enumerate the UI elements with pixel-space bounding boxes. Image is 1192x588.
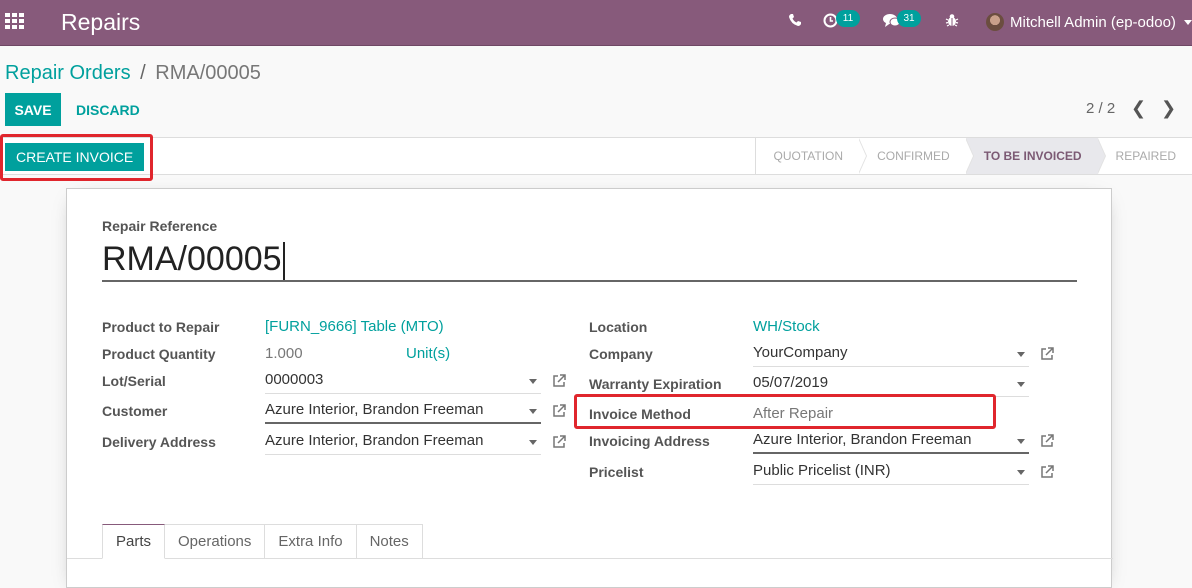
text-cursor — [283, 242, 285, 280]
location-link[interactable]: WH/Stock — [753, 318, 820, 335]
warranty-date-field[interactable]: 05/07/2019 — [753, 372, 1029, 397]
lot-serial-label: Lot/Serial — [102, 373, 166, 389]
user-name: Mitchell Admin (ep-odoo) — [1010, 14, 1176, 31]
warranty-value: 05/07/2019 — [753, 374, 828, 391]
create-invoice-button[interactable]: CREATE INVOICE — [5, 143, 144, 171]
lot-serial-field[interactable]: 0000003 — [265, 369, 541, 394]
bug-icon[interactable] — [945, 13, 959, 32]
save-button[interactable]: SAVE — [5, 93, 61, 126]
customer-label: Customer — [102, 403, 167, 419]
invoicing-address-label: Invoicing Address — [589, 433, 710, 449]
external-link-icon[interactable] — [1040, 465, 1054, 479]
statusbar: CREATE INVOICE QUOTATION CONFIRMED TO BE… — [0, 137, 1192, 175]
company-field[interactable]: YourCompany — [753, 342, 1029, 367]
status-stages: QUOTATION CONFIRMED TO BE INVOICED REPAI… — [755, 138, 1192, 174]
quantity-value: 1.000 — [265, 345, 303, 362]
dropdown-caret-icon[interactable] — [1017, 352, 1025, 357]
lot-serial-value: 0000003 — [265, 371, 323, 388]
top-navbar: Repairs 11 31 Mitchell Admin (ep-odoo) — [0, 0, 1192, 46]
apps-icon[interactable] — [5, 13, 25, 29]
dropdown-caret-icon[interactable] — [529, 440, 537, 445]
customer-field[interactable]: Azure Interior, Brandon Freeman — [265, 399, 541, 424]
product-label: Product to Repair — [102, 319, 219, 335]
quantity-label: Product Quantity — [102, 346, 216, 362]
invoicing-address-field[interactable]: Azure Interior, Brandon Freeman — [753, 429, 1029, 454]
delivery-address-label: Delivery Address — [102, 434, 216, 450]
repair-reference-input[interactable]: RMA/00005 — [102, 237, 1077, 282]
stage-confirmed[interactable]: CONFIRMED — [859, 138, 966, 174]
delivery-address-value: Azure Interior, Brandon Freeman — [265, 432, 483, 449]
repair-reference-label: Repair Reference — [102, 218, 217, 234]
breadcrumb-separator: / — [140, 62, 146, 84]
external-link-icon[interactable] — [1040, 347, 1054, 361]
external-link-icon[interactable] — [552, 435, 566, 449]
breadcrumb-repair-orders[interactable]: Repair Orders — [5, 62, 131, 84]
stage-to-be-invoiced[interactable]: TO BE INVOICED — [966, 138, 1098, 174]
app-title[interactable]: Repairs — [61, 9, 140, 36]
stage-repaired[interactable]: REPAIRED — [1098, 138, 1192, 174]
tab-operations[interactable]: Operations — [165, 524, 265, 559]
pager-value: 2 / 2 — [1086, 100, 1115, 117]
uom-link[interactable]: Unit(s) — [406, 345, 450, 362]
pricelist-value: Public Pricelist (INR) — [753, 462, 891, 479]
stage-quotation[interactable]: QUOTATION — [756, 138, 860, 174]
tab-parts[interactable]: Parts — [102, 524, 165, 559]
activity-badge[interactable]: 11 — [836, 10, 860, 27]
invoicing-address-value: Azure Interior, Brandon Freeman — [753, 431, 971, 448]
dropdown-caret-icon[interactable] — [1017, 470, 1025, 475]
pricelist-field[interactable]: Public Pricelist (INR) — [753, 460, 1029, 485]
external-link-icon[interactable] — [1040, 434, 1054, 448]
external-link-icon[interactable] — [552, 404, 566, 418]
chevron-down-icon — [1184, 20, 1192, 25]
pager-previous-button[interactable]: ❮ — [1131, 98, 1146, 119]
invoice-method-label: Invoice Method — [589, 406, 691, 422]
invoice-method-value: After Repair — [753, 405, 833, 422]
dropdown-caret-icon[interactable] — [529, 379, 537, 384]
avatar — [986, 13, 1004, 31]
form-sheet: Repair Reference RMA/00005 Product to Re… — [66, 188, 1112, 588]
tab-notes[interactable]: Notes — [357, 524, 423, 559]
customer-value: Azure Interior, Brandon Freeman — [265, 401, 483, 418]
phone-icon[interactable] — [788, 13, 802, 32]
user-menu[interactable]: Mitchell Admin (ep-odoo) — [986, 12, 1192, 32]
breadcrumb-current: RMA/00005 — [155, 62, 261, 84]
dropdown-caret-icon[interactable] — [1017, 439, 1025, 444]
dropdown-caret-icon[interactable] — [1017, 382, 1025, 387]
pricelist-label: Pricelist — [589, 464, 643, 480]
tab-extra-info[interactable]: Extra Info — [265, 524, 356, 559]
external-link-icon[interactable] — [552, 374, 566, 388]
pager-next-button[interactable]: ❯ — [1161, 98, 1176, 119]
repair-reference-value: RMA/00005 — [102, 240, 282, 278]
company-value: YourCompany — [753, 344, 848, 361]
company-label: Company — [589, 346, 653, 362]
product-link[interactable]: [FURN_9666] Table (MTO) — [265, 318, 444, 335]
discard-button[interactable]: DISCARD — [66, 93, 150, 126]
location-label: Location — [589, 319, 647, 335]
warranty-label: Warranty Expiration — [589, 376, 722, 392]
dropdown-caret-icon[interactable] — [529, 409, 537, 414]
breadcrumb: Repair Orders / RMA/00005 — [5, 62, 261, 85]
delivery-address-field[interactable]: Azure Interior, Brandon Freeman — [265, 430, 541, 455]
notebook-tabs: Parts Operations Extra Info Notes — [102, 524, 423, 559]
messages-badge[interactable]: 31 — [897, 10, 921, 27]
